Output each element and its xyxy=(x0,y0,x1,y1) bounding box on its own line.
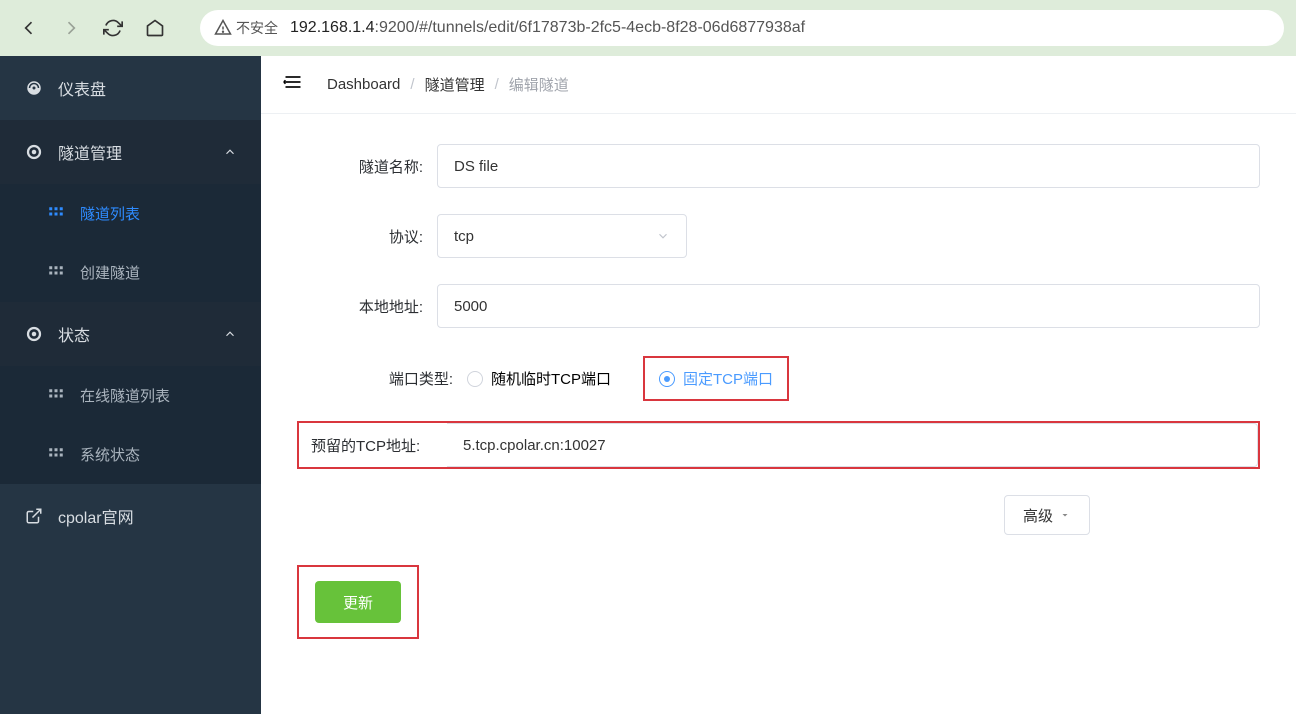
form-area: 隧道名称: 协议: tcp 本地地址: 端口类型: 随机临时TC xyxy=(261,114,1296,714)
protocol-label: 协议: xyxy=(297,226,437,247)
port-type-radio-group: 随机临时TCP端口 固定TCP端口 xyxy=(467,368,773,389)
highlight-submit: 更新 xyxy=(297,565,419,639)
sidebar-tunnel-mgmt-label: 隧道管理 xyxy=(58,140,122,164)
breadcrumb: Dashboard / 隧道管理 / 编辑隧道 xyxy=(327,74,569,95)
protocol-value: tcp xyxy=(454,228,474,245)
home-button[interactable] xyxy=(138,11,172,45)
row-tunnel-name: 隧道名称: xyxy=(297,144,1260,188)
row-reserved-tcp: 预留的TCP地址: xyxy=(297,421,1260,469)
grid-icon xyxy=(46,446,66,464)
sidebar-system-status-label: 系统状态 xyxy=(80,444,140,465)
sidebar-item-create-tunnel[interactable]: 创建隧道 xyxy=(0,243,261,302)
chevron-up-icon xyxy=(223,145,237,159)
warning-icon xyxy=(214,19,232,37)
sidebar-status-label: 状态 xyxy=(58,322,90,346)
row-port-type: 端口类型: 随机临时TCP端口 固定TCP端口 xyxy=(297,368,1260,389)
sidebar: 仪表盘 隧道管理 隧道列表 创建隧道 状态 在线隧道列表 系统状态 xyxy=(0,56,261,714)
sidebar-item-cpolar-site[interactable]: cpolar官网 xyxy=(0,484,261,548)
radio-random-port[interactable]: 随机临时TCP端口 xyxy=(467,368,611,389)
crumb-sep: / xyxy=(495,76,499,93)
grid-icon xyxy=(46,387,66,405)
sidebar-item-tunnel-list[interactable]: 隧道列表 xyxy=(0,184,261,243)
submit-button[interactable]: 更新 xyxy=(315,581,401,623)
protocol-select[interactable]: tcp xyxy=(437,214,687,258)
radio-random-label: 随机临时TCP端口 xyxy=(491,368,611,389)
url-text: 192.168.1.4:9200/#/tunnels/edit/6f17873b… xyxy=(290,19,805,37)
ring-icon xyxy=(24,143,44,161)
sidebar-item-system-status[interactable]: 系统状态 xyxy=(0,425,261,484)
port-type-label: 端口类型: xyxy=(297,368,467,389)
sidebar-item-dashboard[interactable]: 仪表盘 xyxy=(0,56,261,120)
advanced-label: 高级 xyxy=(1023,505,1053,526)
radio-fixed-port[interactable]: 固定TCP端口 xyxy=(659,368,773,389)
crumb-sep: / xyxy=(410,76,414,93)
sidebar-cpolar-site-label: cpolar官网 xyxy=(58,504,134,528)
row-advanced: 高级 xyxy=(297,495,1260,535)
radio-circle-icon xyxy=(467,371,483,387)
row-local-addr: 本地地址: xyxy=(297,284,1260,328)
page-header: Dashboard / 隧道管理 / 编辑隧道 xyxy=(261,56,1296,114)
gauge-icon xyxy=(24,79,44,97)
main-content: Dashboard / 隧道管理 / 编辑隧道 隧道名称: 协议: tcp 本地… xyxy=(261,56,1296,714)
tunnel-name-input[interactable] xyxy=(437,144,1260,188)
back-button[interactable] xyxy=(12,11,46,45)
highlight-fixed-port: 固定TCP端口 xyxy=(643,356,789,401)
crumb-dashboard[interactable]: Dashboard xyxy=(327,76,400,93)
caret-down-icon xyxy=(1059,509,1071,521)
forward-button[interactable] xyxy=(54,11,88,45)
url-bar[interactable]: 不安全 192.168.1.4:9200/#/tunnels/edit/6f17… xyxy=(200,10,1284,46)
sidebar-dashboard-label: 仪表盘 xyxy=(58,76,106,100)
reserved-tcp-label-wrap: 预留的TCP地址: xyxy=(299,423,447,467)
radio-circle-icon xyxy=(659,371,675,387)
local-addr-label: 本地地址: xyxy=(297,296,437,317)
chevron-up-icon xyxy=(223,327,237,341)
reserved-tcp-label: 预留的TCP地址: xyxy=(311,435,420,456)
ring-icon xyxy=(24,325,44,343)
radio-fixed-label: 固定TCP端口 xyxy=(683,368,773,389)
grid-icon xyxy=(46,264,66,282)
local-addr-input[interactable] xyxy=(437,284,1260,328)
submit-label: 更新 xyxy=(343,595,373,612)
reload-button[interactable] xyxy=(96,11,130,45)
reserved-tcp-input[interactable] xyxy=(447,423,1258,467)
advanced-button[interactable]: 高级 xyxy=(1004,495,1090,535)
sidebar-online-tunnels-label: 在线隧道列表 xyxy=(80,385,170,406)
crumb-tunnel-mgmt[interactable]: 隧道管理 xyxy=(425,74,485,95)
row-protocol: 协议: tcp xyxy=(297,214,1260,258)
app: 仪表盘 隧道管理 隧道列表 创建隧道 状态 在线隧道列表 系统状态 xyxy=(0,56,1296,714)
chevron-down-icon xyxy=(656,229,670,243)
sidebar-item-online-tunnels[interactable]: 在线隧道列表 xyxy=(0,366,261,425)
tunnel-name-label: 隧道名称: xyxy=(297,156,437,177)
crumb-edit-tunnel: 编辑隧道 xyxy=(509,74,569,95)
browser-toolbar: 不安全 192.168.1.4:9200/#/tunnels/edit/6f17… xyxy=(0,0,1296,56)
external-link-icon xyxy=(24,507,44,525)
grid-icon xyxy=(46,205,66,223)
insecure-label: 不安全 xyxy=(236,18,278,38)
sidebar-item-status[interactable]: 状态 xyxy=(0,302,261,366)
sidebar-create-tunnel-label: 创建隧道 xyxy=(80,262,140,283)
sidebar-item-tunnel-mgmt[interactable]: 隧道管理 xyxy=(0,120,261,184)
menu-toggle-icon[interactable] xyxy=(283,73,303,96)
sidebar-tunnel-list-label: 隧道列表 xyxy=(80,203,140,224)
insecure-badge: 不安全 xyxy=(214,18,278,38)
